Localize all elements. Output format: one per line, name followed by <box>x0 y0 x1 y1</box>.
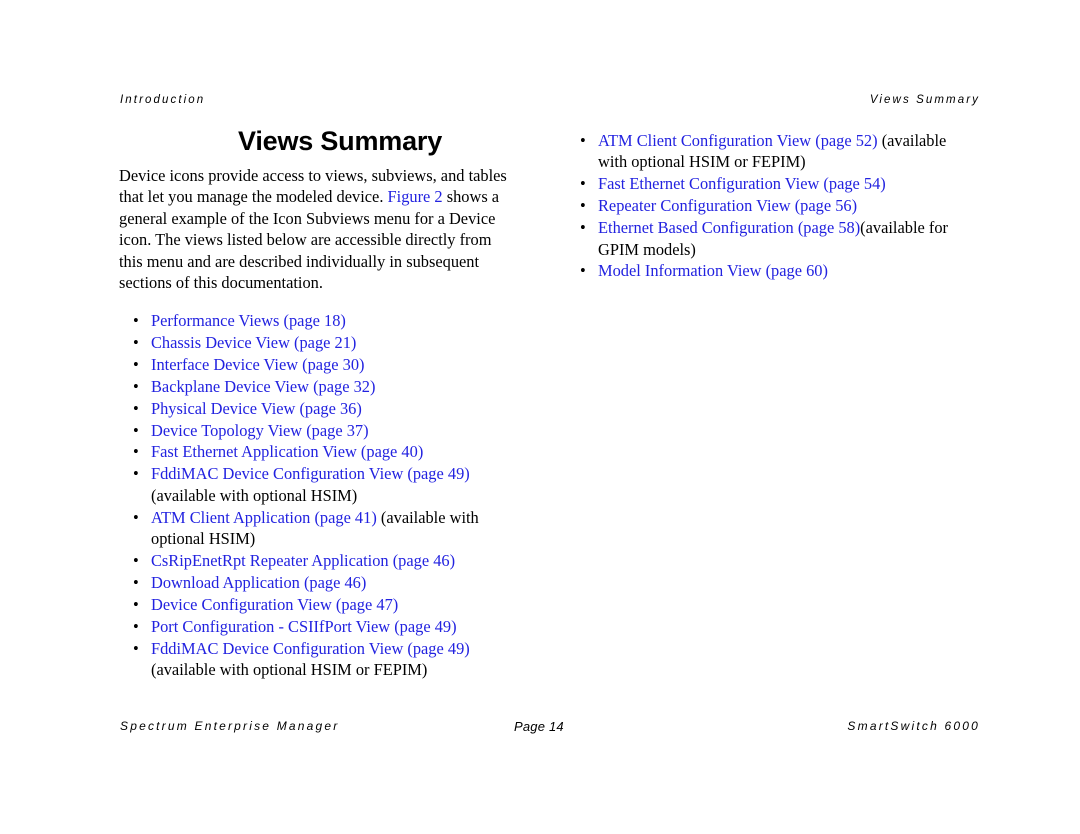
list-item: • Repeater Configuration View (page 56) <box>566 195 970 216</box>
list-item: • Physical Device View (page 36) <box>119 398 523 419</box>
bullet-icon: • <box>133 550 139 570</box>
list-item: • Download Application (page 46) <box>119 572 523 593</box>
list-item: • Interface Device View (page 30) <box>119 354 523 375</box>
bullet-icon: • <box>580 261 586 281</box>
left-view-link-6[interactable]: Fast Ethernet Application View (page 40) <box>151 442 423 461</box>
left-view-note-7: (available with optional HSIM) <box>151 485 358 505</box>
running-head-left: Introduction <box>120 94 206 106</box>
left-view-link-4[interactable]: Physical Device View (page 36) <box>151 399 362 418</box>
list-item: • CsRipEnetRpt Repeater Application (page… <box>119 550 523 571</box>
list-item: • Device Configuration View (page 47) <box>119 594 523 615</box>
right-view-link-1[interactable]: Fast Ethernet Configuration View (page 5… <box>598 174 886 193</box>
left-view-link-2[interactable]: Interface Device View (page 30) <box>151 355 365 374</box>
figure-2-link[interactable]: Figure 2 <box>388 187 443 206</box>
list-item: • Performance Views (page 18) <box>119 310 523 331</box>
running-head-right: Views Summary <box>869 94 980 106</box>
bullet-icon: • <box>580 218 586 238</box>
bullet-icon: • <box>133 507 139 527</box>
left-view-link-13[interactable]: FddiMAC Device Configuration View (page … <box>151 639 470 658</box>
left-view-link-11[interactable]: Device Configuration View (page 47) <box>151 595 398 614</box>
right-view-link-0[interactable]: ATM Client Configuration View (page 52) <box>598 131 878 150</box>
footer-product-name: Spectrum Enterprise Manager <box>120 719 340 733</box>
bullet-icon: • <box>133 398 139 418</box>
bullet-icon: • <box>133 420 139 440</box>
footer-device-name: SmartSwitch 6000 <box>847 719 980 733</box>
left-view-link-7[interactable]: FddiMAC Device Configuration View (page … <box>151 464 470 483</box>
list-item: • Backplane Device View (page 32) <box>119 376 523 397</box>
list-item: • FddiMAC Device Configuration View (page… <box>119 463 523 506</box>
right-view-link-4[interactable]: Model Information View (page 60) <box>598 261 828 280</box>
left-view-link-0[interactable]: Performance Views (page 18) <box>151 311 346 330</box>
bullet-icon: • <box>133 354 139 374</box>
bullet-icon: • <box>133 464 139 484</box>
list-item: • Model Information View (page 60) <box>566 260 970 281</box>
left-view-list: • Performance Views (page 18) • Chassis Dev… <box>119 310 523 681</box>
bullet-icon: • <box>133 594 139 614</box>
left-view-link-5[interactable]: Device Topology View (page 37) <box>151 421 369 440</box>
list-item: • Chassis Device View (page 21) <box>119 332 523 353</box>
left-view-link-9[interactable]: CsRipEnetRpt Repeater Application (page … <box>151 551 455 570</box>
left-view-link-8[interactable]: ATM Client Application (page 41) <box>151 508 377 527</box>
bullet-icon: • <box>133 572 139 592</box>
list-item: • Device Topology View (page 37) <box>119 420 523 441</box>
left-view-link-3[interactable]: Backplane Device View (page 32) <box>151 377 375 396</box>
page-footer: Spectrum Enterprise Manager Page 14 Smar… <box>0 719 1080 739</box>
bullet-icon: • <box>133 616 139 636</box>
left-view-link-10[interactable]: Download Application (page 46) <box>151 573 366 592</box>
list-item: • Ethernet Based Configuration (page 58)(… <box>566 217 970 260</box>
bullet-icon: • <box>580 131 586 150</box>
bullet-icon: • <box>133 311 139 330</box>
list-item: • Fast Ethernet Application View (page 40… <box>119 441 523 462</box>
left-view-link-12[interactable]: Port Configuration - CSIIfPort View (pag… <box>151 617 457 636</box>
left-view-link-1[interactable]: Chassis Device View (page 21) <box>151 333 356 352</box>
left-view-note-13: (available with optional HSIM or FEPIM) <box>151 660 428 679</box>
right-view-list: • ATM Client Configuration View (page 52)… <box>566 130 970 282</box>
page-title: Views Summary <box>238 126 443 156</box>
bullet-icon: • <box>580 196 586 216</box>
bullet-icon: • <box>133 332 139 352</box>
list-item: • FddiMAC Device Configuration View (page… <box>119 638 523 681</box>
right-view-link-2[interactable]: Repeater Configuration View (page 56) <box>598 196 857 215</box>
right-view-link-3[interactable]: Ethernet Based Configuration (page 58) <box>598 218 860 237</box>
bullet-icon: • <box>133 442 139 462</box>
footer-page-number: Page 14 <box>514 719 564 734</box>
bullet-icon: • <box>580 174 586 194</box>
list-item: • ATM Client Configuration View (page 52)… <box>566 130 970 173</box>
list-item: • ATM Client Application (page 41) (avail… <box>119 507 523 550</box>
bullet-icon: • <box>133 638 139 658</box>
document-page: Introduction Views Summary Views Summary… <box>0 0 1080 834</box>
list-item: • Port Configuration - CSIIfPort View (pa… <box>119 616 523 637</box>
list-item: • Fast Ethernet Configuration View (page … <box>566 173 970 194</box>
intro-paragraph: Device icons provide access to views, su… <box>119 165 519 293</box>
bullet-icon: • <box>133 376 139 396</box>
